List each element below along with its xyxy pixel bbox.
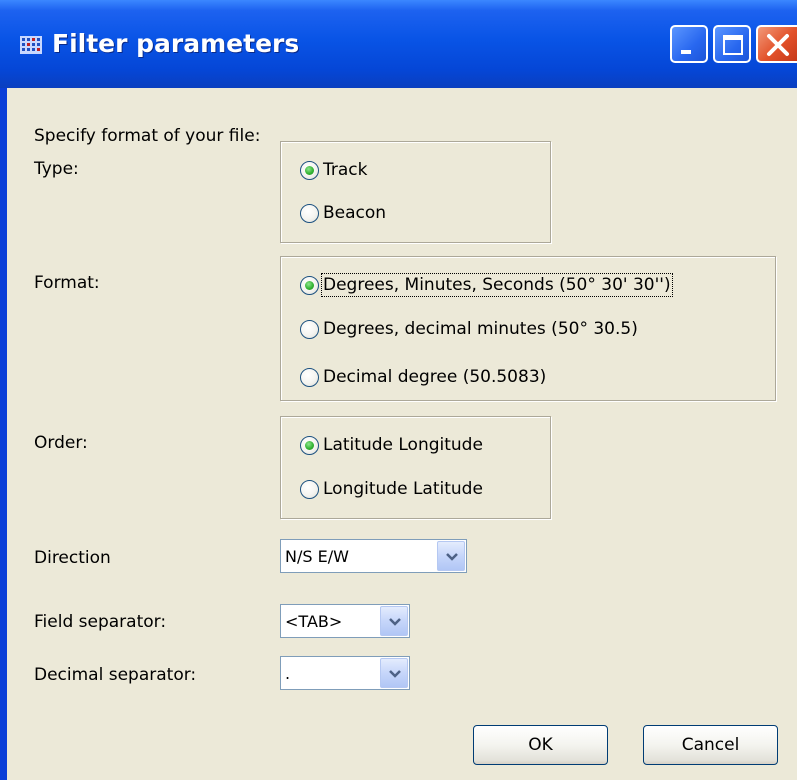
radio-unchecked[interactable] bbox=[300, 479, 319, 499]
window-border bbox=[0, 88, 7, 780]
field-separator-value: <TAB> bbox=[285, 612, 343, 631]
radio-unchecked[interactable] bbox=[300, 319, 319, 339]
minimize-button[interactable] bbox=[670, 25, 708, 63]
minimize-icon bbox=[681, 50, 691, 54]
order-option-label: Longitude Latitude bbox=[323, 479, 483, 499]
radio-checked[interactable] bbox=[300, 435, 319, 455]
chevron-down-icon bbox=[389, 670, 401, 678]
intro-text: Specify format of your file: bbox=[34, 126, 261, 146]
format-option-ddm[interactable]: Degrees, decimal minutes (50° 30.5) bbox=[300, 316, 638, 342]
chevron-down-icon bbox=[446, 553, 458, 561]
cancel-button[interactable]: Cancel bbox=[643, 725, 778, 765]
app-icon bbox=[20, 36, 42, 54]
radio-unchecked[interactable] bbox=[300, 367, 319, 387]
order-label: Order: bbox=[34, 433, 88, 453]
direction-dropdown-button[interactable] bbox=[437, 541, 465, 571]
close-icon bbox=[767, 34, 789, 56]
field-separator-select[interactable]: <TAB> bbox=[280, 604, 410, 638]
decimal-separator-label: Decimal separator: bbox=[34, 665, 197, 685]
direction-value: N/S E/W bbox=[285, 547, 349, 566]
ok-button[interactable]: OK bbox=[473, 725, 608, 765]
format-option-dms[interactable]: Degrees, Minutes, Seconds (50° 30' 30'') bbox=[300, 272, 673, 298]
dialog-window: Filter parameters Specify format of your… bbox=[0, 0, 797, 780]
format-option-dd[interactable]: Decimal degree (50.5083) bbox=[300, 364, 546, 390]
type-option-track[interactable]: Track bbox=[300, 157, 367, 183]
maximize-button[interactable] bbox=[713, 25, 751, 63]
order-option-lonlat[interactable]: Longitude Latitude bbox=[300, 476, 483, 502]
direction-select[interactable]: N/S E/W bbox=[280, 539, 467, 573]
type-option-label: Track bbox=[323, 160, 368, 180]
radio-checked[interactable] bbox=[300, 160, 319, 180]
decimal-separator-value: . bbox=[285, 664, 291, 683]
radio-unchecked[interactable] bbox=[300, 203, 319, 223]
chevron-down-icon bbox=[389, 618, 401, 626]
order-option-label: Latitude Longitude bbox=[323, 435, 483, 455]
type-option-beacon[interactable]: Beacon bbox=[300, 200, 386, 226]
title-bar[interactable]: Filter parameters bbox=[0, 0, 797, 88]
format-option-label: Degrees, Minutes, Seconds (50° 30' 30'') bbox=[321, 273, 673, 297]
format-option-label: Decimal degree (50.5083) bbox=[323, 367, 547, 387]
window-title: Filter parameters bbox=[52, 29, 300, 58]
maximize-icon bbox=[723, 35, 743, 55]
direction-label: Direction bbox=[34, 548, 111, 568]
decimal-separator-select[interactable]: . bbox=[280, 656, 410, 690]
format-label: Format: bbox=[34, 273, 100, 293]
type-label: Type: bbox=[34, 159, 79, 179]
field-separator-dropdown-button[interactable] bbox=[380, 606, 408, 636]
format-option-label: Degrees, decimal minutes (50° 30.5) bbox=[323, 319, 638, 339]
decimal-separator-dropdown-button[interactable] bbox=[380, 658, 408, 688]
field-separator-label: Field separator: bbox=[34, 612, 167, 632]
order-option-latlon[interactable]: Latitude Longitude bbox=[300, 432, 483, 458]
close-button[interactable] bbox=[756, 25, 797, 63]
type-option-label: Beacon bbox=[323, 203, 387, 223]
radio-checked[interactable] bbox=[300, 275, 319, 295]
